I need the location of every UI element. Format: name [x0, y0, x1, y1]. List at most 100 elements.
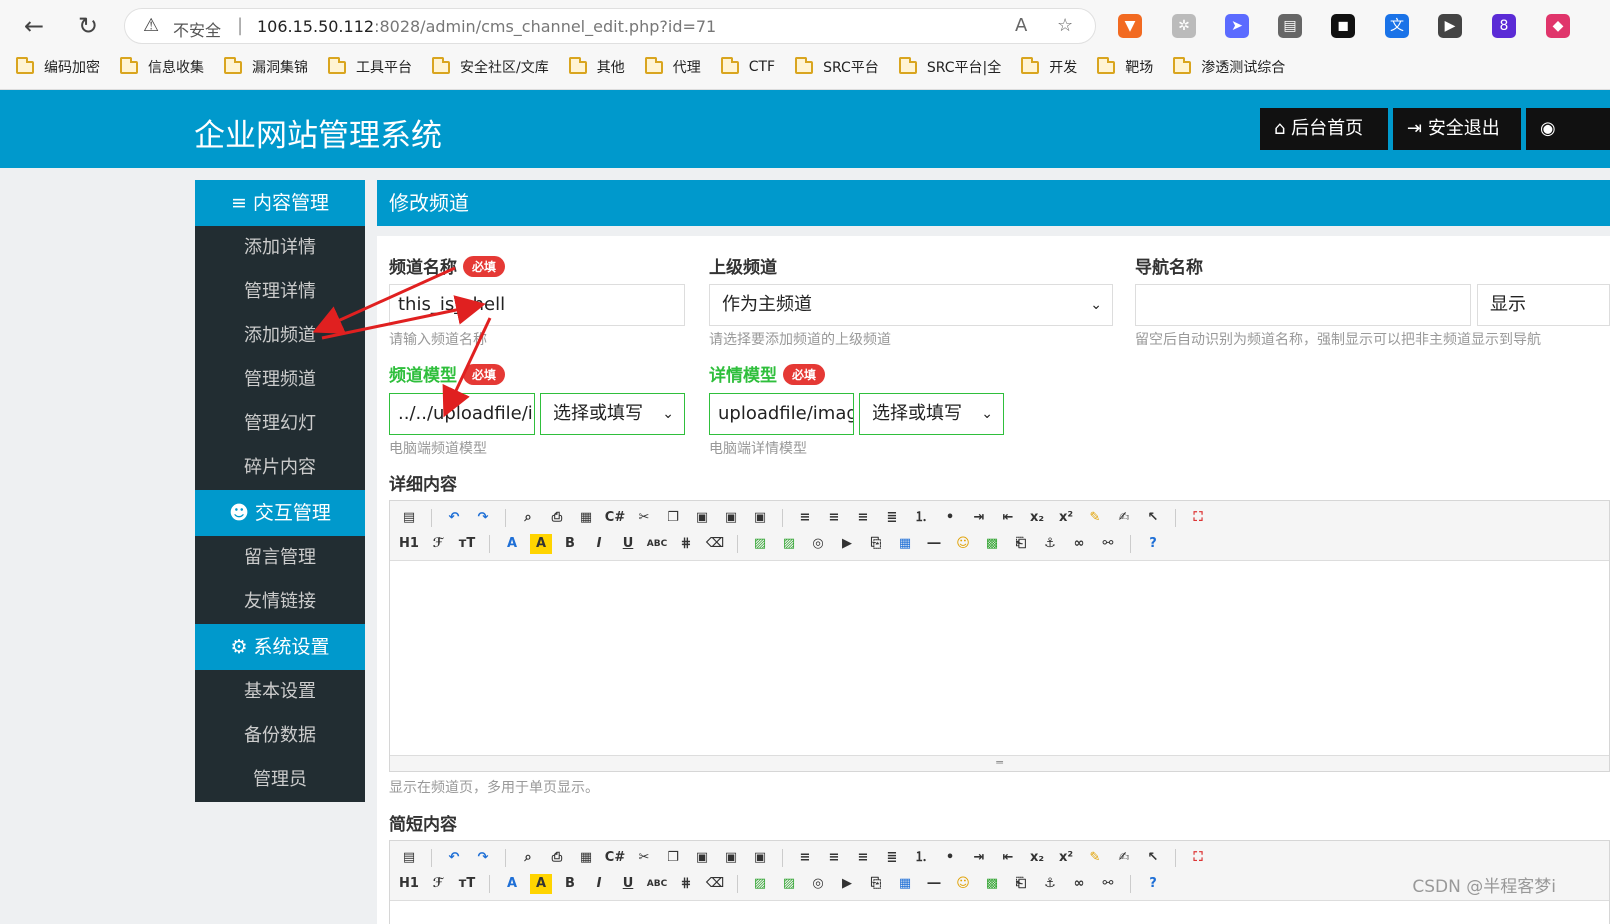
redo-icon[interactable]: ↷	[472, 508, 494, 528]
logout-button[interactable]: ⇥ 安全退出	[1393, 108, 1521, 150]
fullscreen-icon[interactable]: ⛶	[1187, 848, 1209, 868]
italic-icon[interactable]: I	[588, 874, 610, 894]
extension-translate-icon[interactable]: 文	[1385, 14, 1409, 38]
bookmark-folder[interactable]: 渗透测试综合	[1173, 56, 1285, 78]
cut-icon[interactable]: ✂	[633, 848, 655, 868]
clear-format-icon[interactable]: ✎	[1084, 848, 1106, 868]
favorite-star-icon[interactable]: ☆	[1057, 15, 1073, 36]
heading-icon[interactable]: H1	[398, 534, 420, 554]
print-icon[interactable]: ⎙	[546, 508, 568, 528]
table-icon[interactable]: ▦	[894, 874, 916, 894]
horizontal-rule-icon[interactable]: ―	[923, 534, 945, 554]
bookmark-folder[interactable]: 靶场	[1097, 56, 1153, 78]
channel-model-input[interactable]: ../../uploadfile/in	[389, 393, 535, 435]
unlink-icon[interactable]: ⚯	[1097, 874, 1119, 894]
sidebar-item-add-channel[interactable]: 添加频道	[195, 314, 365, 358]
detail-content-textarea[interactable]	[390, 561, 1609, 755]
link-icon[interactable]: ∞	[1068, 534, 1090, 554]
admin-home-button[interactable]: ⌂ 后台首页	[1260, 108, 1388, 150]
highlight-color-icon[interactable]: A	[530, 534, 552, 554]
brave-shield-icon[interactable]: ▼	[1118, 14, 1142, 38]
superscript-icon[interactable]: x²	[1055, 508, 1077, 528]
bookmark-folder[interactable]: 安全社区/文库	[432, 56, 549, 78]
bookmark-folder[interactable]: 信息收集	[120, 56, 204, 78]
clear-format-icon[interactable]: ✎	[1084, 508, 1106, 528]
sidebar-section-system[interactable]: ⚙ 系统设置	[195, 624, 365, 670]
copy-icon[interactable]: ❐	[662, 848, 684, 868]
sidebar-item-manage-detail[interactable]: 管理详情	[195, 270, 365, 314]
ordered-list-icon[interactable]: ⒈	[910, 848, 932, 868]
preview-button[interactable]: ◉	[1526, 108, 1610, 150]
media-icon[interactable]: ▶	[836, 874, 858, 894]
emoticon-icon[interactable]: ☺	[952, 534, 974, 554]
undo-icon[interactable]: ↶	[443, 848, 465, 868]
flash-icon[interactable]: ◎	[807, 874, 829, 894]
unordered-list-icon[interactable]: •	[939, 508, 961, 528]
image-icon[interactable]: ▩	[981, 534, 1003, 554]
template-icon[interactable]: ▦	[575, 508, 597, 528]
flash-icon[interactable]: ◎	[807, 534, 829, 554]
bookmark-folder[interactable]: 工具平台	[328, 56, 412, 78]
code-icon[interactable]: C#	[604, 508, 626, 528]
subscript-icon[interactable]: x₂	[1026, 848, 1048, 868]
undo-icon[interactable]: ↶	[443, 508, 465, 528]
sidebar-item-messages[interactable]: 留言管理	[195, 536, 365, 580]
paste-text-icon[interactable]: ▣	[720, 848, 742, 868]
extension-puzzle-icon[interactable]: ✲	[1172, 14, 1196, 38]
horizontal-rule-icon[interactable]: ―	[923, 874, 945, 894]
superscript-icon[interactable]: x²	[1055, 848, 1077, 868]
extension-hex-icon[interactable]: 8	[1492, 14, 1516, 38]
image-icon[interactable]: ▩	[981, 874, 1003, 894]
sidebar-section-interact[interactable]: ☻ 交互管理	[195, 490, 365, 536]
line-height-icon[interactable]: ⋕	[675, 874, 697, 894]
media-icon[interactable]: ▶	[836, 534, 858, 554]
cursor-icon[interactable]: ↖	[1142, 848, 1164, 868]
sidebar-item-backup[interactable]: 备份数据	[195, 714, 365, 758]
sidebar-item-basic-settings[interactable]: 基本设置	[195, 670, 365, 714]
underline-icon[interactable]: U	[617, 874, 639, 894]
table-icon[interactable]: ▦	[894, 534, 916, 554]
eraser-icon[interactable]: ⌫	[704, 534, 726, 554]
page-break-icon[interactable]: ⎗	[1010, 874, 1032, 894]
collections-icon[interactable]: ▤	[1278, 14, 1302, 38]
paste-icon[interactable]: ▣	[691, 508, 713, 528]
bookmark-folder[interactable]: SRC平台|全	[898, 56, 1001, 78]
cursor-icon[interactable]: ↖	[1142, 508, 1164, 528]
align-center-icon[interactable]: ≡	[823, 848, 845, 868]
sidebar-item-add-detail[interactable]: 添加详情	[195, 226, 365, 270]
template-icon[interactable]: ▦	[575, 848, 597, 868]
attachment-icon[interactable]: ⎘	[865, 874, 887, 894]
sidebar-section-content[interactable]: ≡ 内容管理	[195, 180, 365, 226]
sidebar-item-manage-slides[interactable]: 管理幻灯	[195, 402, 365, 446]
align-center-icon[interactable]: ≡	[823, 508, 845, 528]
preview-icon[interactable]: ⌕	[517, 848, 539, 868]
font-family-icon[interactable]: ℱ	[427, 534, 449, 554]
font-color-icon[interactable]: A	[501, 534, 523, 554]
bold-icon[interactable]: B	[559, 534, 581, 554]
font-size-icon[interactable]: тT	[456, 534, 478, 554]
strikethrough-icon[interactable]: ABC	[646, 874, 668, 894]
source-icon[interactable]: ▤	[398, 508, 420, 528]
font-size-icon[interactable]: тT	[456, 874, 478, 894]
extension-dark-icon[interactable]: ◼	[1331, 14, 1355, 38]
channel-name-input[interactable]: this_is_shell	[389, 284, 685, 326]
bookmark-folder[interactable]: 开发	[1021, 56, 1077, 78]
channel-model-select[interactable]: 选择或填写 ⌄	[540, 393, 685, 435]
paste-word-icon[interactable]: ▣	[749, 848, 771, 868]
ordered-list-icon[interactable]: ⒈	[910, 508, 932, 528]
underline-icon[interactable]: U	[617, 534, 639, 554]
nav-name-input[interactable]	[1135, 284, 1471, 326]
insert-image-icon[interactable]: ▨	[749, 874, 771, 894]
parent-channel-select[interactable]: 作为主频道 ⌄	[709, 284, 1113, 326]
address-bar[interactable]: ⚠ 不安全 | 106.15.50.112:8028/admin/cms_cha…	[124, 8, 1096, 44]
bookmark-folder[interactable]: CTF	[720, 56, 775, 78]
unordered-list-icon[interactable]: •	[939, 848, 961, 868]
multi-image-icon[interactable]: ▨	[778, 874, 800, 894]
paste-text-icon[interactable]: ▣	[720, 508, 742, 528]
bookmark-folder[interactable]: 代理	[644, 56, 701, 78]
redo-icon[interactable]: ↷	[472, 848, 494, 868]
align-left-icon[interactable]: ≡	[794, 848, 816, 868]
back-arrow-icon[interactable]: ←	[20, 12, 48, 40]
sidebar-item-manage-channel[interactable]: 管理频道	[195, 358, 365, 402]
insert-image-icon[interactable]: ▨	[749, 534, 771, 554]
